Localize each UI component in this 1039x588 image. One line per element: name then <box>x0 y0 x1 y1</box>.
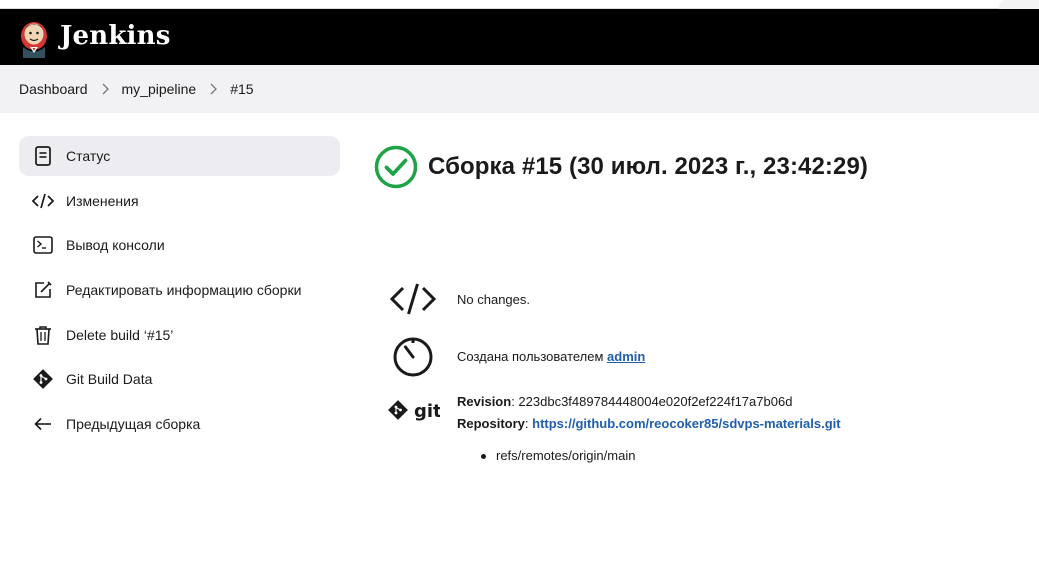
code-icon <box>31 189 55 213</box>
timer-icon <box>388 334 438 378</box>
document-icon <box>31 144 55 168</box>
sidebar-item-label: Вывод консоли <box>66 237 165 254</box>
sidebar: Статус Изменения Вывод консоли Редактиро… <box>19 136 340 449</box>
chevron-right-icon <box>94 82 116 96</box>
edit-icon <box>31 278 55 302</box>
repository-line: Repository: https://github.com/reocoker8… <box>457 416 841 431</box>
sidebar-item-label: Статус <box>66 148 111 164</box>
jenkins-logo-icon[interactable] <box>18 16 50 58</box>
branch-name: refs/remotes/origin/main <box>496 448 636 463</box>
sidebar-item-label: Git Build Data <box>66 371 153 388</box>
sidebar-item-console[interactable]: Вывод консоли <box>19 225 340 265</box>
started-by-prefix: Создана пользователем <box>457 348 608 364</box>
repository-link[interactable]: https://github.com/reocoker85/sdvps-mate… <box>532 416 840 431</box>
sidebar-item-label: Предыдущая сборка <box>66 416 201 433</box>
git-logo-text: git <box>414 401 440 422</box>
breadcrumb-build[interactable]: #15 <box>230 81 253 97</box>
code-icon <box>388 282 438 316</box>
breadcrumb-dashboard[interactable]: Dashboard <box>19 81 88 97</box>
git-logo-icon: git <box>388 398 442 426</box>
started-by-row: Создана пользователем admin <box>388 334 645 378</box>
browser-top-strip <box>0 0 1039 9</box>
started-by-text: Создана пользователем admin <box>457 349 645 364</box>
sidebar-item-status[interactable]: Статус <box>19 136 340 176</box>
sidebar-item-delete-build[interactable]: Delete build ‘#15’ <box>19 315 340 355</box>
sidebar-item-label: Редактировать информацию сборки <box>66 282 302 299</box>
git-info: Revision: 223dbc3f489784448004e020f2ef22… <box>457 391 841 435</box>
success-check-icon <box>374 145 418 189</box>
revision-value: 223dbc3f489784448004e020f2ef224f17a7b06d <box>518 394 793 409</box>
branch-list: refs/remotes/origin/main <box>481 448 635 463</box>
sidebar-item-label: Delete build ‘#15’ <box>66 326 174 343</box>
sidebar-item-previous-build[interactable]: Предыдущая сборка <box>19 404 340 444</box>
changes-row: No changes. <box>388 282 530 316</box>
chevron-right-icon <box>202 82 224 96</box>
list-item: refs/remotes/origin/main <box>481 448 635 463</box>
arrow-left-icon <box>31 412 55 436</box>
top-header: Jenkins <box>0 9 1039 65</box>
git-icon <box>31 367 55 391</box>
sidebar-item-changes[interactable]: Изменения <box>19 181 340 221</box>
build-title-row: Сборка #15 (30 июл. 2023 г., 23:42:29) <box>374 145 868 189</box>
sidebar-item-git-build-data[interactable]: Git Build Data <box>19 359 340 399</box>
repository-label: Repository <box>457 416 525 431</box>
breadcrumb: Dashboard my_pipeline #15 <box>0 65 1039 113</box>
sidebar-item-label: Изменения <box>66 192 139 209</box>
trash-icon <box>31 323 55 347</box>
terminal-icon <box>31 233 55 257</box>
revision-label: Revision <box>457 394 512 409</box>
bullet-icon <box>481 454 486 460</box>
revision-line: Revision: 223dbc3f489784448004e020f2ef22… <box>457 394 793 409</box>
sidebar-item-edit-build-info[interactable]: Редактировать информацию сборки <box>19 270 340 310</box>
jenkins-brand-title[interactable]: Jenkins <box>60 21 171 51</box>
breadcrumb-pipeline[interactable]: my_pipeline <box>122 81 197 97</box>
changes-text: No changes. <box>457 291 530 307</box>
page-title: Сборка #15 (30 июл. 2023 г., 23:42:29) <box>428 153 869 180</box>
user-link[interactable]: admin <box>607 349 645 364</box>
browser-edge <box>999 0 1039 9</box>
